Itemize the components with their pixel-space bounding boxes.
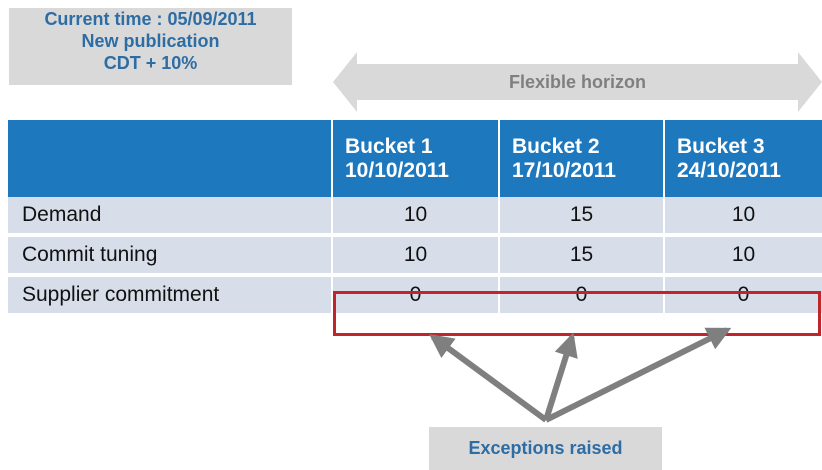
column-header-bucket-1: Bucket 1 10/10/2011 (333, 120, 500, 197)
row-label: Supplier commitment (8, 277, 333, 317)
header-corner-cell (8, 120, 333, 197)
column-title: Bucket 3 (677, 134, 765, 158)
arrow-to-bucket-3 (544, 327, 732, 423)
table-cell: 0 (500, 277, 665, 317)
table-row-supplier-commitment: Supplier commitment 0 0 0 (8, 277, 822, 317)
current-time-text: Current time : 05/09/2011 (44, 9, 257, 29)
table-row-commit-tuning: Commit tuning 10 15 10 (8, 237, 822, 277)
table-cell: 10 (333, 237, 500, 277)
table-cell: 10 (665, 197, 822, 237)
table-cell: 10 (665, 237, 822, 277)
table-cell: 15 (500, 237, 665, 277)
column-date: 17/10/2011 (512, 158, 616, 182)
table-cell: 15 (500, 197, 665, 237)
column-title: Bucket 2 (512, 134, 600, 158)
column-date: 24/10/2011 (677, 158, 781, 182)
table-header-row: Bucket 1 10/10/2011 Bucket 2 17/10/2011 … (8, 120, 822, 197)
table-row-demand: Demand 10 15 10 (8, 197, 822, 237)
publication-text: New publication (81, 31, 220, 51)
column-date: 10/10/2011 (345, 158, 449, 182)
row-label: Commit tuning (8, 237, 333, 277)
exceptions-raised-callout: Exceptions raised (429, 427, 662, 470)
arrow-to-bucket-2 (543, 332, 578, 421)
publication-info-box: Current time : 05/09/2011 New publicatio… (9, 8, 292, 85)
cdt-text: CDT + 10% (103, 53, 198, 73)
row-label: Demand (8, 197, 333, 237)
column-title: Bucket 1 (345, 134, 433, 158)
flexible-horizon-arrow: Flexible horizon (333, 52, 822, 112)
column-header-bucket-3: Bucket 3 24/10/2011 (665, 120, 822, 197)
arrow-to-bucket-1 (429, 334, 548, 423)
table-cell: 0 (665, 277, 822, 317)
table-cell: 0 (333, 277, 500, 317)
commitment-table: Bucket 1 10/10/2011 Bucket 2 17/10/2011 … (8, 120, 822, 317)
table-cell: 10 (333, 197, 500, 237)
flexible-horizon-label: Flexible horizon (508, 72, 646, 92)
column-header-bucket-2: Bucket 2 17/10/2011 (500, 120, 665, 197)
